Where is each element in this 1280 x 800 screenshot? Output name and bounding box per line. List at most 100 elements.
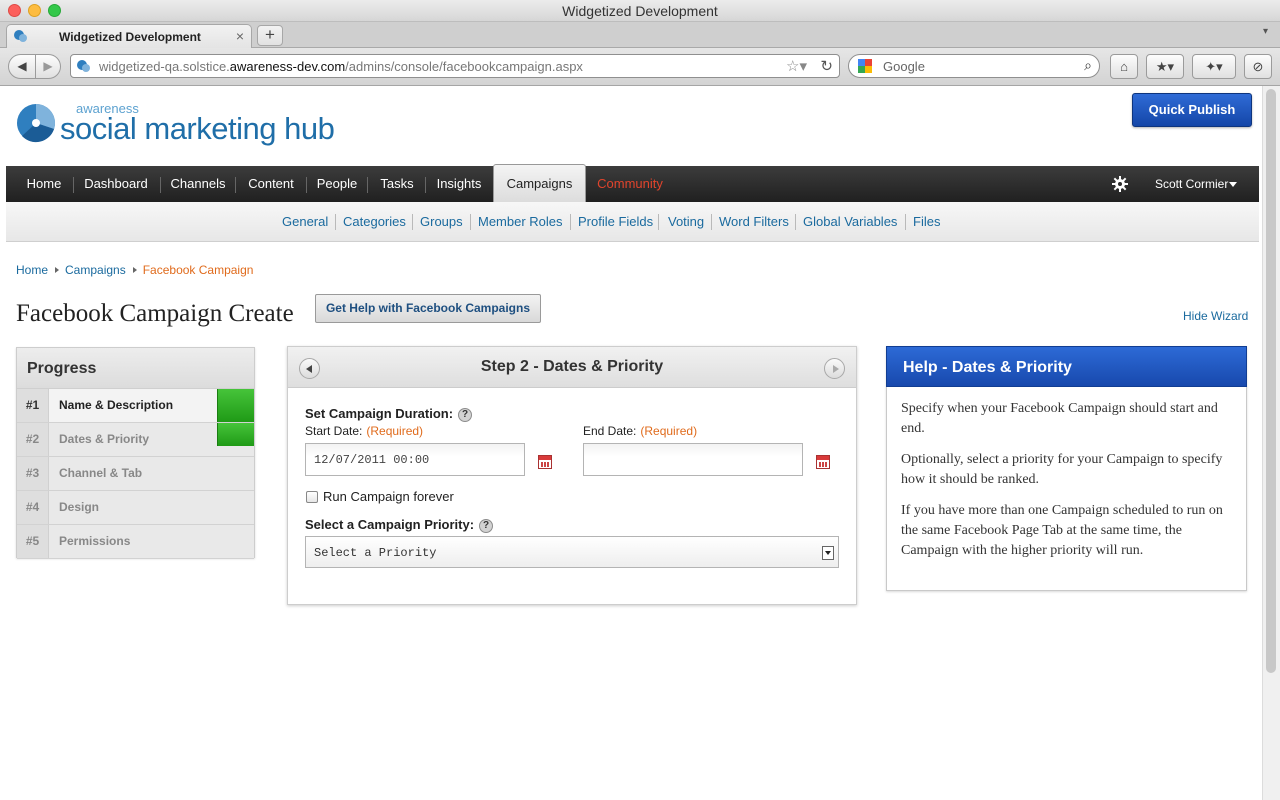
search-icon[interactable]: ⌕ <box>1084 57 1092 74</box>
nav-dashboard[interactable]: Dashboard <box>76 166 156 202</box>
run-forever-checkbox[interactable] <box>306 491 318 503</box>
tab-title: Widgetized Development <box>59 30 201 44</box>
duration-label: Set Campaign Duration:? <box>305 406 473 422</box>
nav-content[interactable]: Content <box>239 166 303 202</box>
subnav-categories[interactable]: Categories <box>343 214 406 229</box>
nav-home[interactable]: Home <box>18 166 70 202</box>
tab-bar: Widgetized Development × + ▾ <box>0 22 1280 48</box>
progress-step-1[interactable]: #1 Name & Description <box>17 389 254 423</box>
step-label: Name & Description <box>59 398 174 412</box>
next-arrow-icon <box>833 365 839 373</box>
nav-divider <box>160 177 161 193</box>
nav-divider <box>235 177 236 193</box>
step-label: Channel & Tab <box>59 466 143 480</box>
browser-tab[interactable]: Widgetized Development × <box>6 24 252 48</box>
window-titlebar: Widgetized Development <box>0 0 1280 22</box>
breadcrumb-home[interactable]: Home <box>16 263 48 277</box>
end-date-input[interactable] <box>583 443 803 476</box>
breadcrumb-arrow-icon <box>55 267 60 273</box>
addon-button[interactable]: ✦▾ <box>1192 54 1236 79</box>
url-text: widgetized-qa.solstice.awareness-dev.com… <box>99 59 583 74</box>
priority-label-text: Select a Campaign Priority: <box>305 517 475 532</box>
subnav-general[interactable]: General <box>282 214 328 229</box>
help-title: Help - Dates & Priority <box>886 346 1247 387</box>
firefox-favicon <box>14 30 27 42</box>
breadcrumb: Home Campaigns Facebook Campaign <box>16 263 253 277</box>
search-placeholder: Google <box>883 59 925 74</box>
nav-insights[interactable]: Insights <box>429 166 489 202</box>
progress-panel: Progress #1 Name & Description #2 Dates … <box>16 347 255 559</box>
subnav-divider <box>570 214 571 230</box>
step-complete-indicator <box>217 389 254 422</box>
search-bar[interactable]: Google ⌕ <box>848 54 1100 78</box>
nav-tasks[interactable]: Tasks <box>371 166 423 202</box>
bookmarks-button[interactable]: ★▾ <box>1146 54 1184 79</box>
google-icon <box>858 59 872 73</box>
forward-button[interactable]: ▶ <box>35 54 61 79</box>
address-bar[interactable]: widgetized-qa.solstice.awareness-dev.com… <box>70 54 840 78</box>
next-step-button[interactable] <box>824 358 845 379</box>
progress-step-3[interactable]: #3 Channel & Tab <box>17 457 254 491</box>
main-navigation: Home Dashboard Channels Content People T… <box>6 164 1259 202</box>
step-number: #3 <box>17 457 49 490</box>
step-number: #5 <box>17 525 49 558</box>
help-icon[interactable]: ? <box>479 519 494 533</box>
addon-icon: ✦▾ <box>1205 59 1223 74</box>
bookmark-star-icon[interactable]: ☆▾ <box>786 57 807 75</box>
nav-people[interactable]: People <box>310 166 364 202</box>
sub-navigation: General Categories Groups Member Roles P… <box>6 202 1259 242</box>
help-paragraph: If you have more than one Campaign sched… <box>901 503 1223 558</box>
progress-step-2[interactable]: #2 Dates & Priority <box>17 423 254 457</box>
forward-arrow-icon: ▶ <box>43 59 53 73</box>
new-tab-button[interactable]: + <box>257 25 283 46</box>
help-icon[interactable]: ? <box>458 408 473 422</box>
breadcrumb-campaigns[interactable]: Campaigns <box>65 263 126 277</box>
run-forever-label[interactable]: Run Campaign forever <box>323 489 454 504</box>
hide-wizard-link[interactable]: Hide Wizard <box>1183 309 1248 323</box>
subnav-voting[interactable]: Voting <box>668 214 704 229</box>
tab-close-icon[interactable]: × <box>236 28 244 44</box>
start-date-input[interactable]: 12/07/2011 00:00 <box>305 443 525 476</box>
subnav-profile-fields[interactable]: Profile Fields <box>578 214 653 229</box>
chevron-down-icon[interactable] <box>1229 182 1237 187</box>
progress-step-5[interactable]: #5 Permissions <box>17 525 254 559</box>
progress-step-4[interactable]: #4 Design <box>17 491 254 525</box>
required-marker: (Required) <box>640 424 698 438</box>
page-title: Facebook Campaign Create <box>16 300 294 327</box>
back-button[interactable]: ◀ <box>8 54 36 79</box>
extension-button[interactable]: ⊘ <box>1244 54 1272 79</box>
subnav-files[interactable]: Files <box>913 214 940 229</box>
start-date-label-text: Start Date: <box>305 424 363 438</box>
navigation-toolbar: ◀ ▶ widgetized-qa.solstice.awareness-dev… <box>0 48 1280 86</box>
page-scrollbar-thumb[interactable] <box>1266 89 1276 673</box>
quick-publish-button[interactable]: Quick Publish <box>1132 93 1252 127</box>
subnav-member-roles[interactable]: Member Roles <box>478 214 563 229</box>
nav-divider <box>367 177 368 193</box>
step-header: Step 2 - Dates & Priority <box>288 347 856 388</box>
home-button[interactable]: ⌂ <box>1110 54 1138 79</box>
breadcrumb-current: Facebook Campaign <box>142 263 254 277</box>
user-menu[interactable]: Scott Cormier <box>1155 166 1228 202</box>
dropdown-arrow-icon <box>822 546 834 560</box>
subnav-word-filters[interactable]: Word Filters <box>719 214 789 229</box>
nav-channels[interactable]: Channels <box>164 166 232 202</box>
calendar-icon[interactable] <box>538 455 552 469</box>
get-help-button[interactable]: Get Help with Facebook Campaigns <box>315 294 541 323</box>
back-arrow-icon: ◀ <box>17 59 27 73</box>
calendar-icon[interactable] <box>816 455 830 469</box>
duration-label-text: Set Campaign Duration: <box>305 406 454 421</box>
subnav-divider <box>412 214 413 230</box>
nav-community[interactable]: Community <box>594 166 666 202</box>
subnav-groups[interactable]: Groups <box>420 214 463 229</box>
subnav-divider <box>470 214 471 230</box>
nav-divider <box>425 177 426 193</box>
logo[interactable]: awareness social marketing hub <box>16 101 376 151</box>
subnav-global-variables[interactable]: Global Variables <box>803 214 897 229</box>
gear-icon[interactable] <box>1111 175 1129 193</box>
logo-mark-icon <box>17 104 55 143</box>
end-date-label-text: End Date: <box>583 424 637 438</box>
nav-campaigns[interactable]: Campaigns <box>493 164 586 202</box>
tab-list-chevron-icon[interactable]: ▾ <box>1263 26 1268 37</box>
reload-icon[interactable]: ↻ <box>820 57 833 75</box>
priority-select[interactable]: Select a Priority <box>305 536 839 568</box>
